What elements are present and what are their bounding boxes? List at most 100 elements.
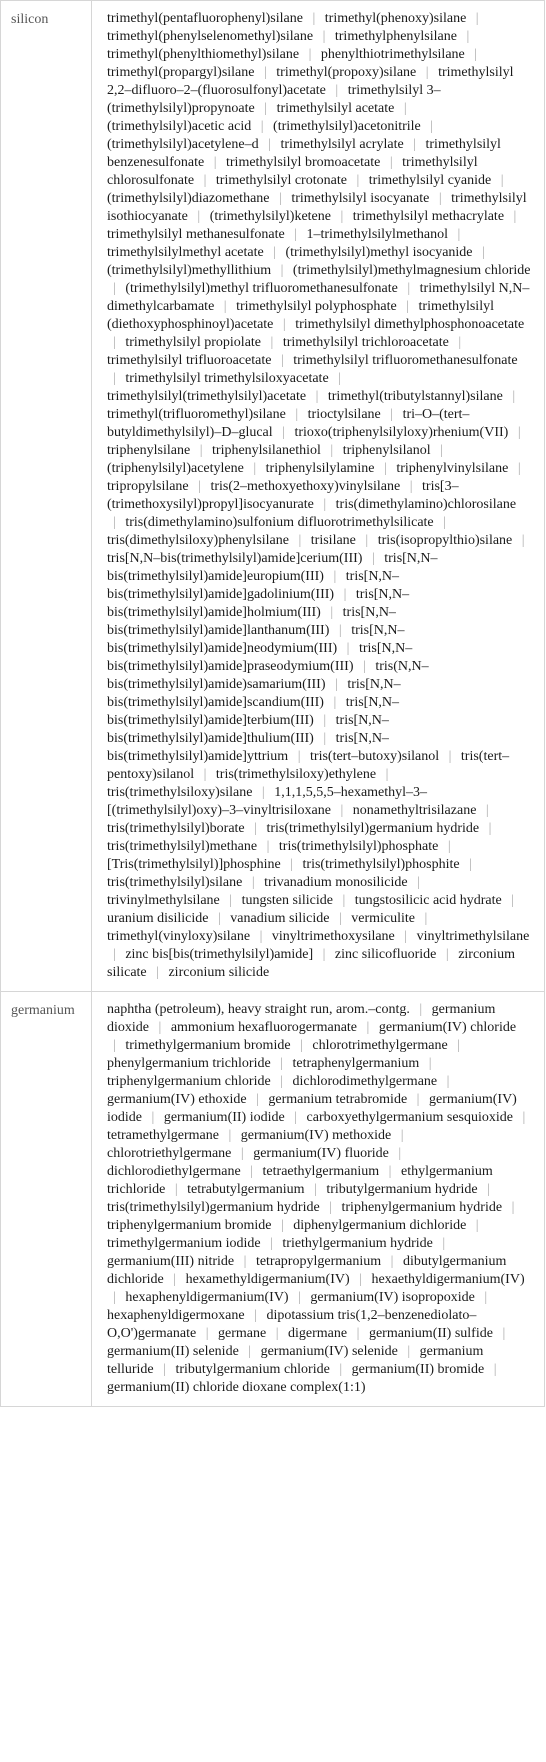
compound-item: trimethyl(phenylthiomethyl)silane [107, 47, 300, 62]
separator: | [356, 173, 360, 188]
separator: | [338, 623, 342, 638]
separator: | [446, 1074, 450, 1089]
compound-item: tris(trimethylsilyl)phosphate [278, 839, 439, 854]
compound-item: hexaphenyldigermanium(IV) [125, 1290, 289, 1305]
compound-item: triphenylsilanethiol [212, 443, 321, 458]
separator: | [113, 281, 116, 296]
compound-item: tripropylsilane [107, 479, 189, 494]
separator: | [270, 335, 274, 350]
compound-item: germanium(IV) fluoride [253, 1146, 389, 1161]
separator: | [197, 209, 201, 224]
compound-item: triethylgermanium hydride [282, 1236, 433, 1251]
separator: | [457, 1038, 460, 1053]
separator: | [330, 605, 334, 620]
compound-item: germanium(II) selenide [107, 1344, 239, 1359]
separator: | [329, 1200, 332, 1215]
separator: | [407, 281, 411, 296]
compound-item: tris(2–methoxyethoxy)vinylsilane [210, 479, 401, 494]
compound-item: chlorotriethylgermane [107, 1146, 232, 1161]
compound-item: tetramethylgermane [107, 1128, 219, 1143]
separator: | [253, 461, 257, 476]
compound-item: germanium(II) chloride dioxane complex(1… [107, 1380, 366, 1395]
separator: | [366, 1020, 370, 1035]
separator: | [290, 857, 294, 872]
compound-item: trioctylsilane [307, 407, 381, 422]
separator: | [280, 1056, 283, 1071]
separator: | [323, 731, 327, 746]
compound-item: trimethylsilyl cyanide [368, 173, 492, 188]
compound-item: triphenylsilane [107, 443, 191, 458]
compound-item: trimethylsilyl crotonate [215, 173, 347, 188]
compound-item: tris(trimethylsilyl)methane [107, 839, 258, 854]
compound-item: vinyltrimethylsilane [416, 929, 530, 944]
separator: | [217, 911, 221, 926]
separator: | [407, 1344, 411, 1359]
separator: | [264, 101, 268, 116]
table-body: silicon trimethyl(pentafluorophenyl)silan… [0, 0, 545, 1407]
separator: | [469, 857, 472, 872]
separator: | [280, 353, 284, 368]
separator: | [425, 65, 429, 80]
separator: | [417, 875, 420, 890]
compound-list: naphtha (petroleum), heavy straight run,… [91, 991, 545, 1407]
separator: | [403, 101, 407, 116]
separator: | [440, 443, 443, 458]
separator: | [151, 1110, 155, 1125]
separator: | [298, 1290, 301, 1305]
compound-item: trimethylsilylmethyl acetate [107, 245, 264, 260]
compound-item: (trimethylsilyl)methylmagnesium chloride [292, 263, 531, 278]
separator: | [282, 425, 285, 440]
separator: | [223, 299, 227, 314]
compound-item: germanium(II) bromide [351, 1362, 485, 1377]
compound-item: tris(trimethylsilyl)germanium hydride [107, 1200, 320, 1215]
separator: | [251, 875, 255, 890]
separator: | [485, 803, 489, 818]
compound-item: triphenylsilanol [342, 443, 431, 458]
separator: | [447, 839, 451, 854]
separator: | [315, 389, 319, 404]
separator: | [279, 191, 282, 206]
separator: | [260, 119, 264, 134]
separator: | [250, 1164, 254, 1179]
compound-item: trimethylsilyl dimethylphosphonoacetate [295, 317, 525, 332]
compound-item: triphenylgermanium chloride [107, 1074, 271, 1089]
compound-item: germanium(II) iodide [163, 1110, 285, 1125]
compound-item: trimethylgermanium bromide [125, 1038, 291, 1053]
compound-item: trimethylsilyl propiolate [125, 335, 262, 350]
compound-item: trimethyl(propargyl)silane [107, 65, 255, 80]
separator: | [513, 209, 517, 224]
compound-item: uranium disilicide [107, 911, 209, 926]
compound-item: vanadium silicide [230, 911, 330, 926]
separator: | [475, 11, 479, 26]
separator: | [424, 911, 428, 926]
compound-item: vinyltrimethoxysilane [271, 929, 395, 944]
separator: | [297, 749, 301, 764]
compound-item: tris(trimethylsiloxy)silane [107, 785, 253, 800]
compound-item: naphtha (petroleum), heavy straight run,… [107, 1002, 410, 1017]
compound-item: trimethylsilyl trichloroacetate [282, 335, 449, 350]
separator: | [322, 29, 326, 44]
separator: | [388, 1164, 392, 1179]
compound-item: trimethylsilyl bromoacetate [226, 155, 381, 170]
compound-item: zinc silicofluoride [334, 947, 437, 962]
separator: | [445, 947, 449, 962]
compound-item: trimethylsilyl isocyanate [291, 191, 430, 206]
separator: | [113, 515, 116, 530]
compound-item: tris[N,N–bis(trimethylsilyl)amide]cerium… [107, 551, 363, 566]
compound-item: trimethylsilyl trimethylsiloxyacetate [125, 371, 329, 386]
compound-item: triphenylgermanium bromide [107, 1218, 272, 1233]
compound-item: tungstosilicic acid hydrate [354, 893, 502, 908]
compound-item: trimethyl(propoxy)silane [276, 65, 417, 80]
compound-item: (triphenylsilyl)acetylene [107, 461, 244, 476]
separator: | [322, 947, 326, 962]
separator: | [173, 1272, 177, 1287]
separator: | [488, 821, 492, 836]
separator: | [243, 1254, 247, 1269]
compound-item: (trimethylsilyl)acetylene–d [107, 137, 259, 152]
separator: | [266, 839, 270, 854]
compound-item: triphenylsilylamine [265, 461, 375, 476]
compound-item: trimethylsilyl methacrylate [352, 209, 505, 224]
compound-item: trimethylsilyl acetate [276, 101, 395, 116]
separator: | [248, 1344, 252, 1359]
separator: | [493, 1362, 497, 1377]
